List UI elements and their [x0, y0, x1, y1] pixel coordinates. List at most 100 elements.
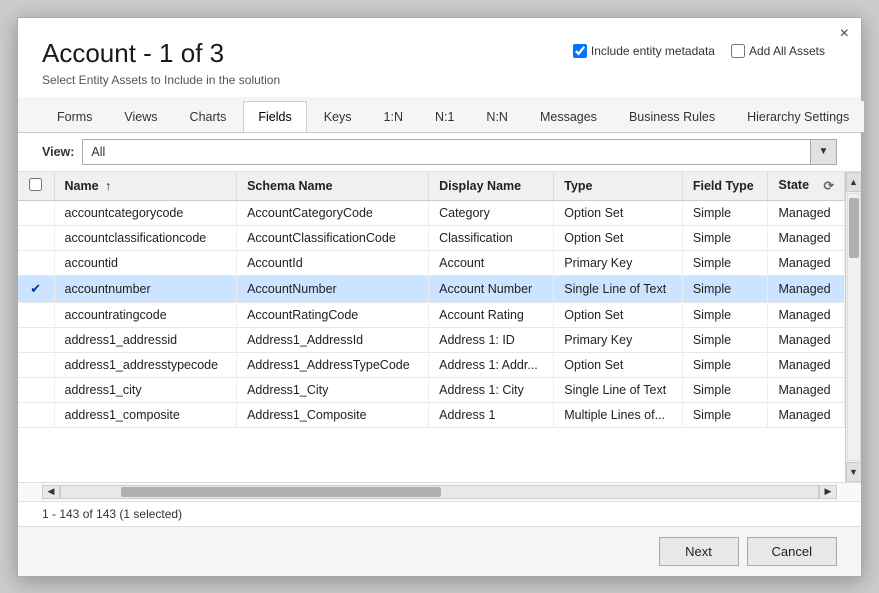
- dialog-subtitle: Select Entity Assets to Include in the s…: [42, 73, 837, 87]
- row-schema-name: AccountId: [237, 250, 429, 275]
- col-schema-name[interactable]: Schema Name: [237, 172, 429, 201]
- view-dropdown-button[interactable]: ▼: [810, 140, 836, 164]
- scroll-track[interactable]: [847, 193, 861, 461]
- row-type: Option Set: [554, 302, 683, 327]
- row-name: address1_city: [54, 377, 237, 402]
- row-name: accountclassificationcode: [54, 225, 237, 250]
- table-row[interactable]: address1_cityAddress1_CityAddress 1: Cit…: [18, 377, 845, 402]
- table-row[interactable]: accountcategorycodeAccountCategoryCodeCa…: [18, 200, 845, 225]
- tab-views[interactable]: Views: [109, 101, 172, 132]
- status-bar: 1 - 143 of 143 (1 selected): [18, 501, 861, 526]
- row-name: address1_addressid: [54, 327, 237, 352]
- scroll-up-arrow[interactable]: ▲: [846, 172, 862, 192]
- table-row[interactable]: accountidAccountIdAccountPrimary KeySimp…: [18, 250, 845, 275]
- row-name: accountid: [54, 250, 237, 275]
- row-check-cell[interactable]: [18, 250, 54, 275]
- table-row[interactable]: accountclassificationcodeAccountClassifi…: [18, 225, 845, 250]
- row-field-type: Simple: [682, 327, 768, 352]
- row-state: Managed: [768, 402, 845, 427]
- row-check-cell[interactable]: [18, 377, 54, 402]
- row-check-cell[interactable]: ✔: [18, 275, 54, 302]
- row-type: Single Line of Text: [554, 275, 683, 302]
- main-dialog: × Account - 1 of 3 Select Entity Assets …: [17, 17, 862, 577]
- row-check-cell[interactable]: [18, 225, 54, 250]
- tab-messages[interactable]: Messages: [525, 101, 612, 132]
- add-all-assets-text: Add All Assets: [749, 44, 825, 58]
- row-check-cell[interactable]: [18, 402, 54, 427]
- row-state: Managed: [768, 275, 845, 302]
- table-row[interactable]: address1_addresstypecodeAddress1_Address…: [18, 352, 845, 377]
- row-type: Primary Key: [554, 250, 683, 275]
- row-checked-icon: ✔: [30, 281, 41, 296]
- row-field-type: Simple: [682, 200, 768, 225]
- row-type: Option Set: [554, 225, 683, 250]
- col-state[interactable]: State ⟳: [768, 172, 845, 201]
- table-row[interactable]: address1_addressidAddress1_AddressIdAddr…: [18, 327, 845, 352]
- fields-table: Name ↑ Schema Name Display Name Type Fie…: [18, 172, 845, 428]
- row-display-name: Account Number: [429, 275, 554, 302]
- tab-keys[interactable]: Keys: [309, 101, 367, 132]
- add-all-assets-label[interactable]: Add All Assets: [731, 44, 825, 58]
- include-metadata-text: Include entity metadata: [591, 44, 715, 58]
- row-name: accountcategorycode: [54, 200, 237, 225]
- row-check-cell[interactable]: [18, 302, 54, 327]
- table-row[interactable]: address1_compositeAddress1_CompositeAddr…: [18, 402, 845, 427]
- include-metadata-checkbox[interactable]: [573, 44, 587, 58]
- vertical-scrollbar: ▲ ▼: [845, 172, 861, 482]
- row-field-type: Simple: [682, 402, 768, 427]
- view-bar: View: All ▼: [18, 133, 861, 172]
- col-name[interactable]: Name ↑: [54, 172, 237, 201]
- row-check-cell[interactable]: [18, 327, 54, 352]
- tab-bar: Forms Views Charts Fields Keys 1:N N:1 N…: [18, 97, 861, 133]
- horizontal-scrollbar-area: ◀ ▶: [18, 482, 861, 501]
- scroll-left-arrow[interactable]: ◀: [42, 485, 60, 499]
- sort-arrow-icon: ↑: [105, 179, 111, 193]
- row-type: Single Line of Text: [554, 377, 683, 402]
- tab-fields[interactable]: Fields: [243, 101, 306, 132]
- tab-hierarchy-settings[interactable]: Hierarchy Settings: [732, 101, 864, 132]
- row-name: address1_composite: [54, 402, 237, 427]
- col-field-type[interactable]: Field Type: [682, 172, 768, 201]
- col-type[interactable]: Type: [554, 172, 683, 201]
- row-check-cell[interactable]: [18, 352, 54, 377]
- row-check-cell[interactable]: [18, 200, 54, 225]
- cancel-button[interactable]: Cancel: [747, 537, 837, 566]
- add-all-assets-checkbox[interactable]: [731, 44, 745, 58]
- header-options: Include entity metadata Add All Assets: [573, 44, 825, 58]
- scroll-down-arrow[interactable]: ▼: [846, 462, 862, 482]
- row-display-name: Address 1: Addr...: [429, 352, 554, 377]
- tab-1n[interactable]: 1:N: [369, 101, 418, 132]
- table-row[interactable]: ✔accountnumberAccountNumberAccount Numbe…: [18, 275, 845, 302]
- tab-business-rules[interactable]: Business Rules: [614, 101, 730, 132]
- next-button[interactable]: Next: [659, 537, 739, 566]
- row-schema-name: AccountCategoryCode: [237, 200, 429, 225]
- select-all-checkbox[interactable]: [29, 178, 42, 191]
- scroll-right-arrow[interactable]: ▶: [819, 485, 837, 499]
- row-schema-name: Address1_AddressTypeCode: [237, 352, 429, 377]
- view-select[interactable]: All ▼: [82, 139, 837, 165]
- row-field-type: Simple: [682, 302, 768, 327]
- table-row[interactable]: accountratingcodeAccountRatingCodeAccoun…: [18, 302, 845, 327]
- horizontal-scrollbar[interactable]: [60, 485, 819, 499]
- row-state: Managed: [768, 250, 845, 275]
- close-button[interactable]: ×: [840, 26, 849, 42]
- col-display-name[interactable]: Display Name: [429, 172, 554, 201]
- dialog-footer: Next Cancel: [18, 526, 861, 576]
- row-state: Managed: [768, 200, 845, 225]
- col-check[interactable]: [18, 172, 54, 201]
- refresh-icon[interactable]: ⟳: [824, 178, 834, 193]
- row-display-name: Address 1: [429, 402, 554, 427]
- include-metadata-label[interactable]: Include entity metadata: [573, 44, 715, 58]
- table-with-scroll: Name ↑ Schema Name Display Name Type Fie…: [18, 172, 861, 482]
- row-schema-name: AccountNumber: [237, 275, 429, 302]
- tab-forms[interactable]: Forms: [42, 101, 107, 132]
- row-state: Managed: [768, 225, 845, 250]
- table-wrapper: Name ↑ Schema Name Display Name Type Fie…: [18, 172, 845, 482]
- row-name: address1_addresstypecode: [54, 352, 237, 377]
- chevron-down-icon: ▼: [819, 146, 829, 157]
- tab-charts[interactable]: Charts: [175, 101, 242, 132]
- view-label: View:: [42, 145, 74, 159]
- tab-n1[interactable]: N:1: [420, 101, 469, 132]
- tab-nn[interactable]: N:N: [471, 101, 523, 132]
- row-schema-name: AccountClassificationCode: [237, 225, 429, 250]
